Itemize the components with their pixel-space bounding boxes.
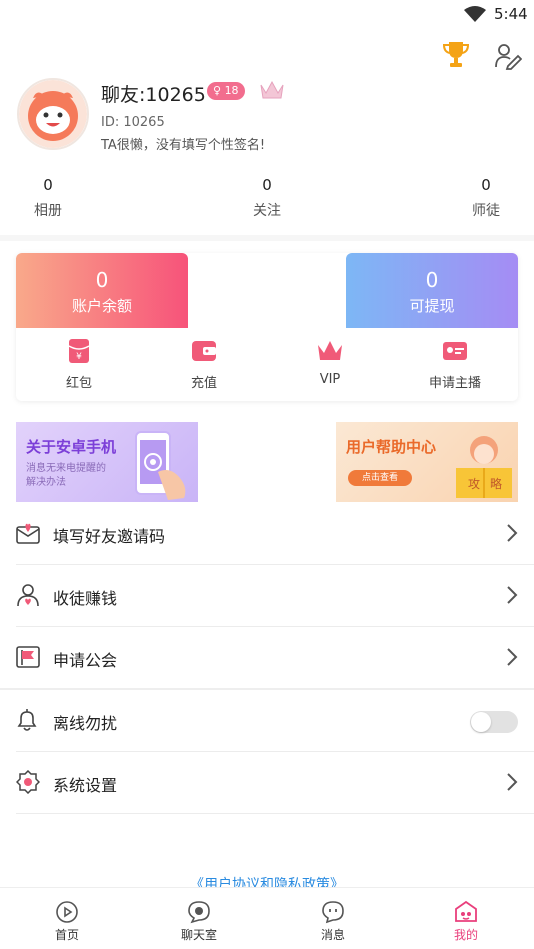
book-char: 略: [490, 476, 502, 491]
row-divider: [16, 813, 534, 814]
signature: TA很懒，没有填写个性签名!: [101, 138, 266, 153]
username: 聊友:10265: [101, 84, 206, 106]
level-badge: ♀ 18: [207, 82, 245, 100]
banner-subtitle-line: 解决办法: [26, 477, 66, 488]
android-tips-banner[interactable]: 关于安卓手机 消息无来电提醒的 解决办法: [16, 422, 198, 502]
stat-count: 0: [481, 176, 491, 194]
menu-label: 申请公会: [53, 651, 118, 670]
withdraw-label: 可提现: [409, 297, 455, 315]
menu-label: 填写好友邀请码: [53, 527, 166, 546]
earn-apprentice-row[interactable]: 收徒赚钱: [0, 565, 534, 627]
stat-mentorship[interactable]: 0 师徒: [446, 176, 526, 220]
home-play-icon: [56, 901, 78, 923]
red-packet-icon: ¥: [68, 339, 90, 363]
policy-link[interactable]: 《用户协议和隐私政策》: [0, 874, 534, 888]
banner-title: 用户帮助中心: [346, 438, 437, 456]
chevron-right-icon: [507, 586, 518, 604]
tab-home[interactable]: 首页: [27, 900, 107, 943]
menu-label: 离线勿扰: [53, 714, 118, 733]
chevron-right-icon: [507, 773, 518, 791]
tab-label: 消息: [320, 928, 345, 942]
wallet-action-label: 红包: [65, 376, 92, 391]
red-packet-button[interactable]: ¥ 红包: [24, 338, 134, 391]
tab-label: 聊天室: [180, 928, 217, 942]
help-center-banner[interactable]: 用户帮助中心 点击查看 攻 略: [336, 422, 518, 502]
profile-stats: 0 相册 0 关注 0 师徒: [0, 176, 534, 224]
stat-count: 0: [43, 176, 53, 194]
stat-label: 师徒: [472, 203, 500, 219]
menu-label: 收徒赚钱: [53, 589, 118, 608]
apply-anchor-button[interactable]: 申请主播: [400, 338, 510, 391]
chatroom-icon: [188, 901, 210, 924]
avatar[interactable]: [17, 78, 89, 150]
message-icon: [322, 901, 344, 924]
withdraw-value: 0: [425, 268, 439, 292]
svg-text:¥: ¥: [76, 352, 82, 362]
tab-me[interactable]: 我的: [426, 900, 506, 943]
wallet-icon: [192, 341, 216, 361]
invite-envelope-icon: [16, 523, 40, 544]
section-divider: [0, 235, 534, 241]
balance-value: 0: [95, 268, 109, 292]
stat-count: 0: [262, 176, 272, 194]
bottom-tab-bar: 首页 聊天室 消息 我的: [0, 887, 534, 949]
bell-icon: [17, 709, 37, 731]
chevron-right-icon: [507, 524, 518, 542]
wallet-action-label: 充值: [190, 376, 217, 391]
vip-crown-icon[interactable]: [259, 79, 285, 101]
stat-label: 关注: [253, 203, 281, 219]
toggle-knob: [471, 712, 491, 732]
level-value: 18: [224, 84, 239, 97]
avatar-face-icon: [19, 80, 87, 148]
wallet-action-label: VIP: [319, 372, 341, 387]
book-char: 攻: [468, 477, 480, 491]
anchor-card-icon: [443, 342, 467, 360]
balance-card[interactable]: 0 账户余额: [16, 253, 188, 328]
apply-guild-row[interactable]: 申请公会: [0, 627, 534, 689]
tab-chatroom[interactable]: 聊天室: [159, 900, 239, 943]
stat-label: 相册: [34, 203, 62, 219]
view-now-button[interactable]: 点击查看: [348, 470, 412, 486]
stat-following[interactable]: 0 关注: [227, 176, 307, 220]
vip-button[interactable]: VIP: [275, 338, 385, 387]
banner-subtitle-line: 消息无来电提醒的: [26, 463, 106, 474]
guide-book-illustration-icon: 攻 略: [456, 436, 512, 498]
wifi-icon: [464, 6, 486, 22]
stat-album[interactable]: 0 相册: [8, 176, 88, 220]
phone-illustration-icon: [135, 431, 186, 500]
user-id: ID: 10265: [101, 115, 165, 130]
balance-label: 账户余额: [71, 297, 132, 315]
chevron-right-icon: [507, 648, 518, 666]
tab-label: 首页: [54, 928, 79, 942]
system-settings-row[interactable]: 系统设置: [0, 752, 534, 814]
guild-flag-icon: [16, 646, 40, 668]
trophy-icon[interactable]: [442, 40, 470, 70]
banner-title: 关于安卓手机: [26, 438, 117, 456]
status-time: 5:44: [494, 5, 528, 23]
top-actions: [0, 40, 534, 74]
crown-icon: [318, 341, 342, 360]
wallet-actions: ¥ 红包 充值 VIP 申请主播: [16, 338, 518, 394]
edit-profile-icon[interactable]: [494, 42, 522, 70]
invite-code-row[interactable]: 填写好友邀请码: [0, 503, 534, 565]
tab-messages[interactable]: 消息: [293, 900, 373, 943]
offline-dnd-toggle[interactable]: [470, 711, 518, 733]
menu-label: 系统设置: [53, 776, 118, 795]
wallet-action-label: 申请主播: [428, 376, 481, 391]
withdraw-card[interactable]: 0 可提现: [346, 253, 518, 328]
status-bar: 5:44: [0, 0, 534, 30]
tab-label: 我的: [453, 928, 478, 942]
banner-subtitle: 消息无来电提醒的 解决办法: [26, 462, 106, 490]
offline-dnd-row: 离线勿扰: [0, 690, 534, 752]
recharge-button[interactable]: 充值: [149, 338, 259, 391]
me-icon: [455, 900, 477, 922]
settings-icon: [16, 770, 40, 794]
apprentice-icon: [17, 584, 39, 607]
